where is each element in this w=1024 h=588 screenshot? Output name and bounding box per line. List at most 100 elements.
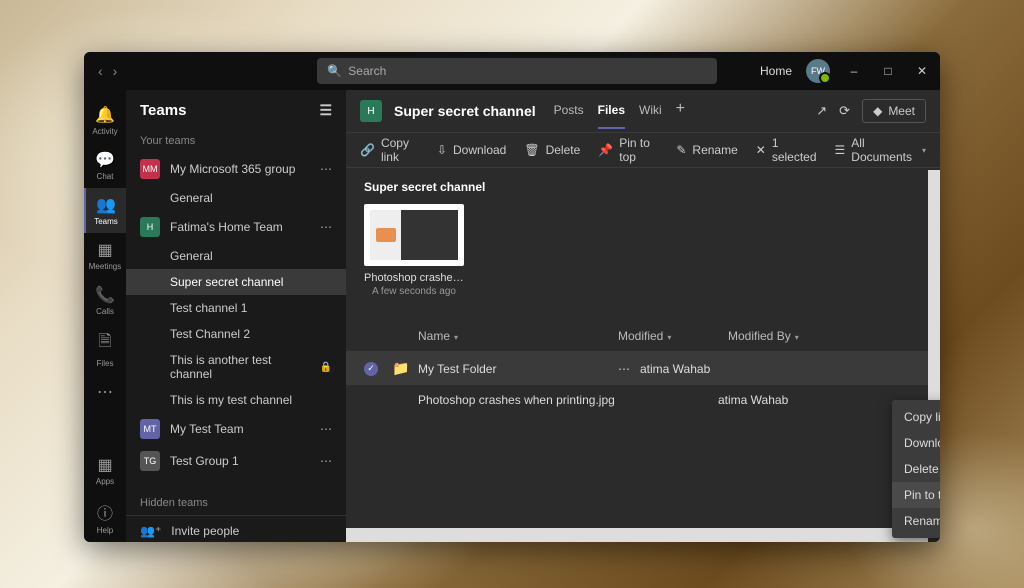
rename-button[interactable]: ✎Rename xyxy=(676,143,737,157)
team-more-icon[interactable]: ⋯ xyxy=(320,422,332,436)
meet-button[interactable]: ◆Meet xyxy=(862,99,926,123)
channel-general-1[interactable]: General xyxy=(126,185,346,211)
rail-activity[interactable]: 🔔Activity xyxy=(84,98,126,143)
team-icon-m365: MM xyxy=(140,159,160,179)
channel-general-2[interactable]: General xyxy=(126,243,346,269)
channel-header: H Super secret channel Posts Files Wiki … xyxy=(346,90,940,132)
folder-icon: 📁 xyxy=(392,360,418,377)
row-more-button[interactable]: ⋯ xyxy=(618,362,630,376)
channel-test-2[interactable]: Test Channel 2 xyxy=(126,321,346,347)
content-pane: H Super secret channel Posts Files Wiki … xyxy=(346,90,940,542)
row-name: My Test Folder xyxy=(418,362,618,376)
rail-teams[interactable]: 👥Teams xyxy=(84,188,126,233)
rename-icon: ✎ xyxy=(676,143,686,157)
nav-back-button[interactable]: ‹ xyxy=(98,63,103,79)
copy-link-button[interactable]: 🔗Copy link xyxy=(360,136,419,164)
rail-files[interactable]: 🗎Files xyxy=(84,323,126,375)
chevron-down-icon: ▾ xyxy=(922,146,926,155)
delete-button[interactable]: 🗑Delete xyxy=(524,143,580,157)
lock-icon: 🔒 xyxy=(320,362,332,373)
cm-download[interactable]: Download xyxy=(892,430,940,456)
tab-files[interactable]: Files xyxy=(598,93,625,129)
search-input[interactable]: 🔍 Search xyxy=(317,58,717,84)
nav-rail: 🔔Activity 💬Chat 👥Teams ▦Meetings 📞Calls … xyxy=(84,90,126,542)
invite-people-button[interactable]: 👥⁺ Invite people xyxy=(126,516,346,542)
col-modified[interactable]: Modified▾ xyxy=(618,329,728,343)
team-icon-fatimas: H xyxy=(140,217,160,237)
list-header: Name▾ Modified▾ Modified By▾ xyxy=(346,321,940,352)
cm-copy-link[interactable]: Copy link xyxy=(892,404,940,430)
calendar-icon: ▦ xyxy=(97,240,112,260)
list-row-folder[interactable]: ✓ 📁 My Test Folder ⋯ atima Wahab xyxy=(346,352,940,385)
bell-icon: 🔔 xyxy=(95,105,115,125)
pinned-item-time: A few seconds ago xyxy=(364,286,464,297)
download-icon: ⇩ xyxy=(437,143,447,157)
pinned-thumbnail xyxy=(364,204,464,266)
row-modified-by: atima Wahab xyxy=(640,362,922,376)
titlebar: ‹ › 🔍 Search Home FW – □ ✕ xyxy=(84,52,940,90)
channel-icon: H xyxy=(360,100,382,122)
pinned-item[interactable]: Photoshop crashes wh... A few seconds ag… xyxy=(364,204,464,297)
tab-posts[interactable]: Posts xyxy=(554,93,584,129)
rail-help[interactable]: ⓘHelp xyxy=(84,493,126,542)
list-row-file[interactable]: Photoshop crashes when printing.jpg atim… xyxy=(346,385,940,415)
chevron-down-icon: ▾ xyxy=(667,333,671,342)
team-more-icon[interactable]: ⋯ xyxy=(320,220,332,234)
pinned-title: Super secret channel xyxy=(364,180,922,194)
team-icon-tg1: TG xyxy=(140,451,160,471)
link-icon: 🔗 xyxy=(360,143,375,157)
rail-apps[interactable]: ▦Apps xyxy=(84,448,126,493)
row-selected-check[interactable]: ✓ xyxy=(364,362,378,376)
channel-my-test[interactable]: This is my test channel xyxy=(126,387,346,413)
cm-rename[interactable]: Rename xyxy=(892,508,940,534)
hidden-teams-label[interactable]: Hidden teams xyxy=(126,491,346,515)
team-my-test[interactable]: MT My Test Team ⋯ xyxy=(126,413,346,445)
ellipsis-icon: ⋯ xyxy=(97,382,113,402)
refresh-icon[interactable]: ⟳ xyxy=(839,103,850,119)
horizontal-scrollbar[interactable] xyxy=(346,528,928,542)
home-label[interactable]: Home xyxy=(760,64,792,78)
avatar[interactable]: FW xyxy=(806,59,830,83)
channel-another-test[interactable]: This is another test channel🔒 xyxy=(126,347,346,387)
view-dropdown[interactable]: ☰All Documents▾ xyxy=(835,136,926,164)
chevron-down-icon: ▾ xyxy=(795,333,799,342)
your-teams-label: Your teams xyxy=(126,129,346,153)
maximize-button[interactable]: □ xyxy=(878,64,898,78)
team-m365[interactable]: MM My Microsoft 365 group ⋯ xyxy=(126,153,346,185)
file-list: Name▾ Modified▾ Modified By▾ ✓ 📁 My Test… xyxy=(346,321,940,415)
close-button[interactable]: ✕ xyxy=(912,64,932,78)
rail-meetings[interactable]: ▦Meetings xyxy=(84,233,126,278)
row-name: Photoshop crashes when printing.jpg xyxy=(418,393,718,407)
invite-icon: 👥⁺ xyxy=(140,524,161,538)
add-tab-button[interactable]: + xyxy=(676,93,685,129)
nav-forward-button[interactable]: › xyxy=(113,63,118,79)
filter-icon[interactable]: ☰ xyxy=(319,102,332,119)
channel-test-1[interactable]: Test channel 1 xyxy=(126,295,346,321)
download-button[interactable]: ⇩Download xyxy=(437,143,506,157)
trash-icon: 🗑 xyxy=(524,143,539,157)
file-toolbar: 🔗Copy link ⇩Download 🗑Delete 📌Pin to top… xyxy=(346,132,940,168)
team-more-icon[interactable]: ⋯ xyxy=(320,454,332,468)
phone-icon: 📞 xyxy=(95,285,115,305)
col-name[interactable]: Name▾ xyxy=(418,329,618,343)
team-icon-mytest: MT xyxy=(140,419,160,439)
teams-icon: 👥 xyxy=(96,195,116,215)
rail-more[interactable]: ⋯ xyxy=(84,375,126,409)
search-icon: 🔍 xyxy=(327,64,342,78)
cm-pin-to-top[interactable]: Pin to top xyxy=(892,482,940,508)
cm-delete[interactable]: Delete xyxy=(892,456,940,482)
teams-sidebar: Teams ☰ Your teams MM My Microsoft 365 g… xyxy=(126,90,346,542)
channel-super-secret[interactable]: Super secret channel xyxy=(126,269,346,295)
minimize-button[interactable]: – xyxy=(844,64,864,78)
col-modified-by[interactable]: Modified By▾ xyxy=(728,329,922,343)
clear-selection-button[interactable]: ✕1 selected xyxy=(756,136,817,164)
rail-chat[interactable]: 💬Chat xyxy=(84,143,126,188)
team-test-group-1[interactable]: TG Test Group 1 ⋯ xyxy=(126,445,346,477)
rail-calls[interactable]: 📞Calls xyxy=(84,278,126,323)
team-more-icon[interactable]: ⋯ xyxy=(320,162,332,176)
tab-wiki[interactable]: Wiki xyxy=(639,93,662,129)
pin-to-top-button[interactable]: 📌Pin to top xyxy=(598,136,658,164)
sidebar-title: Teams xyxy=(140,102,186,119)
team-fatimas-home[interactable]: H Fatima's Home Team ⋯ xyxy=(126,211,346,243)
expand-icon[interactable]: ↗ xyxy=(816,103,827,119)
